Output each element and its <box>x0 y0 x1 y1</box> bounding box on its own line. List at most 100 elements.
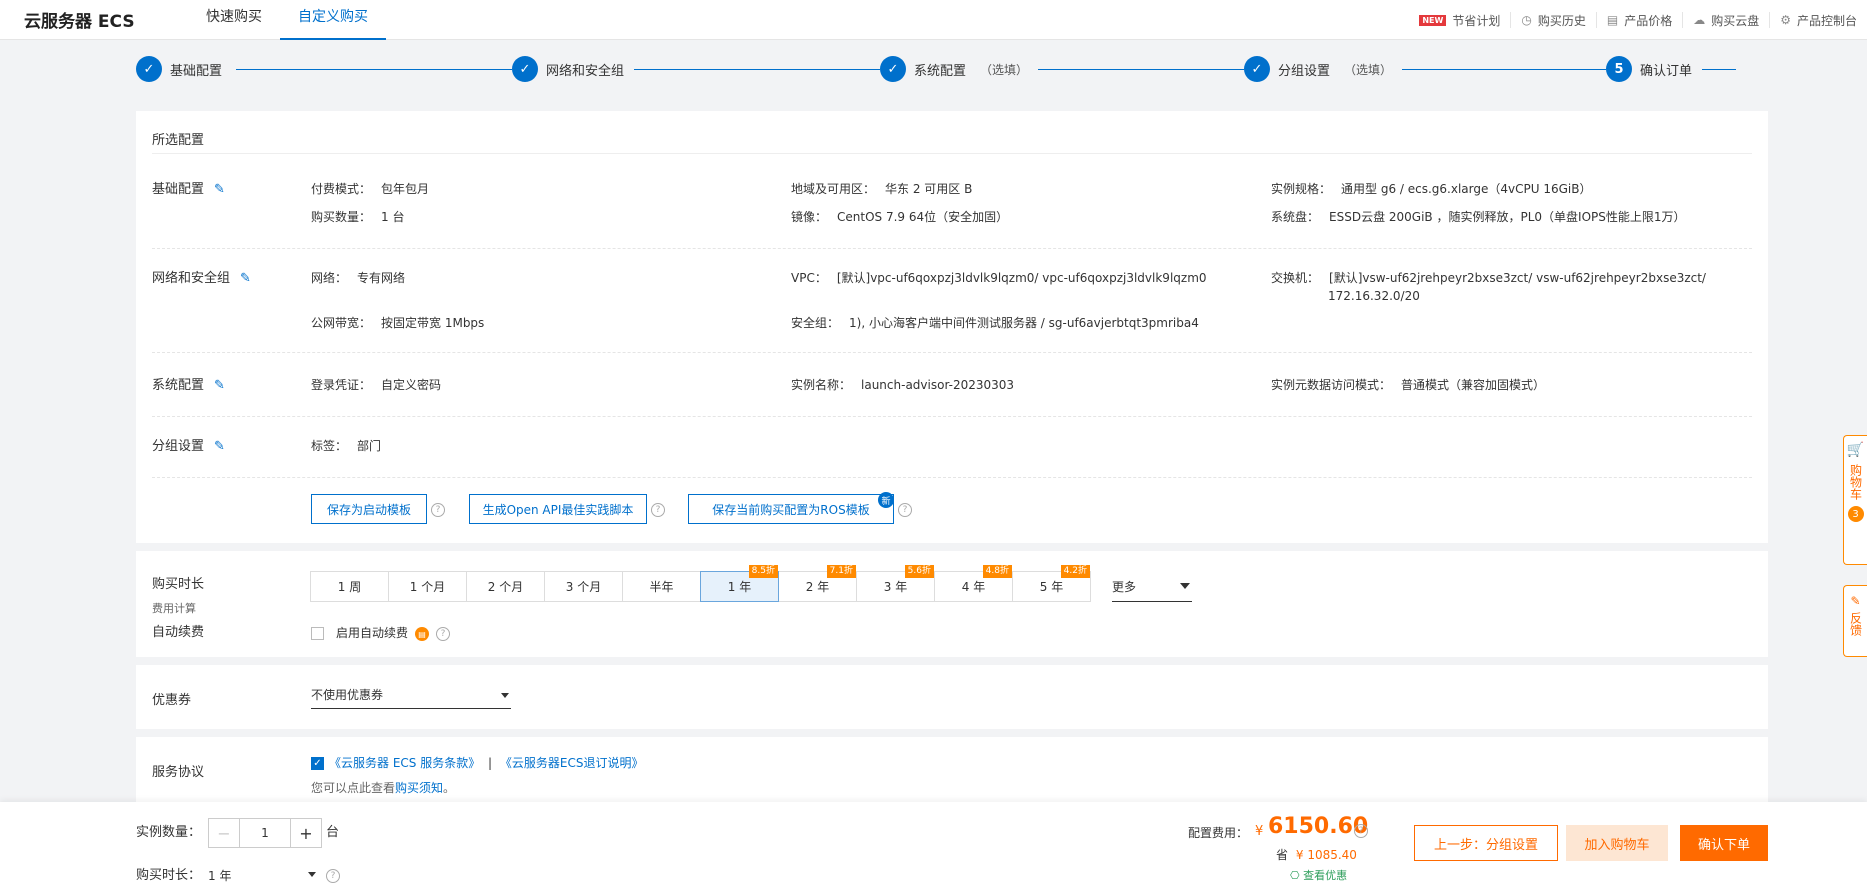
price-currency: ¥ <box>1255 824 1264 839</box>
duration-option[interactable]: 2 个月 <box>466 571 545 602</box>
cart-label: 购物车 <box>1848 464 1863 500</box>
ecs-refund-link[interactable]: 《云服务器ECS退订说明》 <box>500 756 644 770</box>
value: 华东 2 可用区 B <box>885 182 973 196</box>
group-heading: 分组设置 ✎ <box>152 435 225 454</box>
duration-option[interactable]: 3 年 5.6折 <box>856 565 935 602</box>
link-console[interactable]: ⚙ 产品控制台 <box>1769 12 1867 28</box>
tab-custom-buy[interactable]: 自定义购买 <box>280 0 386 40</box>
value: CentOS 7.9 64位（安全加固） <box>837 210 1009 224</box>
ecs-terms-link[interactable]: 《云服务器 ECS 服务条款》 <box>329 756 480 770</box>
view-discount-link[interactable]: ⎔ 查看优惠 <box>1290 867 1347 885</box>
link-buy-disk[interactable]: ☁ 购买云盘 <box>1682 12 1769 28</box>
cost-calc-link[interactable]: 费用计算 <box>152 600 196 616</box>
footer-duration-select[interactable]: 1 年 <box>208 864 322 886</box>
divider <box>152 153 1752 154</box>
floating-feedback[interactable]: ✎ 反馈 <box>1843 585 1867 657</box>
generate-openapi-button[interactable]: 生成Open API最佳实践脚本 <box>469 494 647 524</box>
savings-value: 1085.40 <box>1307 848 1357 862</box>
kv-spec: 实例规格： 通用型 g6 / ecs.g6.xlarge（4vCPU 16GiB） <box>1271 180 1591 198</box>
step-group-settings[interactable]: ✓ 分组设置 （选填） <box>1244 56 1403 82</box>
key: 实例元数据访问模式： <box>1271 378 1392 392</box>
auto-renew-label: 启用自动续费 <box>336 626 409 640</box>
discount-badge: 4.8折 <box>982 565 1012 578</box>
kv-security-group: 安全组： 1), 小心海客户端中间件测试服务器 / sg-uf6avjerbtqt… <box>791 314 1199 332</box>
edit-icon: ✎ <box>1850 594 1861 608</box>
step-label: 基础配置 <box>170 63 223 79</box>
prev-step-button[interactable]: 上一步：分组设置 <box>1414 825 1558 861</box>
value: 通用型 g6 / ecs.g6.xlarge（4vCPU 16GiB） <box>1341 182 1592 196</box>
help-icon[interactable]: ? <box>898 503 912 517</box>
save-ros-template-button[interactable]: 保存当前购买配置为ROS模板 <box>688 494 894 524</box>
step-label: 网络和安全组 <box>546 63 625 79</box>
add-to-cart-button[interactable]: 加入购物车 <box>1566 825 1668 861</box>
help-icon[interactable]: ? <box>651 503 665 517</box>
duration-option[interactable]: 4 年 4.8折 <box>934 565 1013 602</box>
duration-card: 购买时长 费用计算 1 周 1 个月 2 个月 3 个月 半年 1 年 8.5折 … <box>136 551 1768 657</box>
kv-instance-name: 实例名称： launch-advisor-20230303 <box>791 376 1014 394</box>
purchase-notice-link[interactable]: 购买须知 <box>395 781 443 795</box>
quantity-input[interactable]: 1 <box>239 819 291 847</box>
check-icon: ✓ <box>1244 56 1270 82</box>
top-links: NEW 节省计划 ◷ 购买历史 ▤ 产品价格 ☁ 购买云盘 ⚙ 产品控制台 <box>1409 0 1867 40</box>
key: 登录凭证： <box>311 378 372 392</box>
divider <box>152 248 1752 249</box>
increment-button[interactable]: + <box>291 819 321 847</box>
product-brand: 云服务器 ECS <box>24 12 135 32</box>
help-icon[interactable]: ? <box>431 503 445 517</box>
kv-vpc: VPC： [默认]vpc-uf6qoxpzj3ldvlk9lqzm0/ vpc-u… <box>791 269 1207 287</box>
duration-option-selected[interactable]: 1 年 8.5折 <box>700 565 779 602</box>
option-label: 3 年 <box>883 580 908 594</box>
key: 付费模式： <box>311 182 372 196</box>
save-launch-template-button[interactable]: 保存为启动模板 <box>311 494 427 524</box>
agreement-checkbox[interactable]: ✓ <box>311 757 324 770</box>
kv-tag: 标签： 部门 <box>311 437 381 455</box>
more-duration-select[interactable]: 更多 <box>1112 571 1192 602</box>
kv-billing: 付费模式： 包年包月 <box>311 180 429 198</box>
duration-option[interactable]: 5 年 4.2折 <box>1012 565 1091 602</box>
duration-option[interactable]: 半年 <box>622 571 701 602</box>
duration-option[interactable]: 1 周 <box>310 571 389 602</box>
confirm-order-button[interactable]: 确认下单 <box>1680 825 1768 861</box>
decrement-button[interactable]: − <box>209 819 239 847</box>
value: 1), 小心海客户端中间件测试服务器 / sg-uf6avjerbtqt3pmr… <box>849 316 1199 330</box>
step-network-security[interactable]: ✓ 网络和安全组 <box>512 56 635 82</box>
check-icon: ✓ <box>512 56 538 82</box>
section-label: 系统配置 <box>152 378 205 393</box>
edit-group-icon[interactable]: ✎ <box>214 439 225 454</box>
link-label: 产品价格 <box>1624 13 1673 28</box>
coupon-select[interactable]: 不使用优惠券 <box>311 681 511 709</box>
auto-renew-checkbox[interactable] <box>311 627 324 640</box>
edit-basic-icon[interactable]: ✎ <box>214 182 225 197</box>
order-footer: 实例数量： − 1 + 台 购买时长： 1 年 ? 配置费用： ¥ 6150.6… <box>0 802 1867 888</box>
duration-option[interactable]: 1 个月 <box>388 571 467 602</box>
key: 地域及可用区： <box>791 182 876 196</box>
fee-label: 配置费用： <box>1188 826 1249 840</box>
step-number: 5 <box>1606 56 1632 82</box>
kv-system-disk: 系统盘： ESSD云盘 200GiB ，随实例释放，PL0（单盘IOPS性能上限1… <box>1271 208 1686 226</box>
link-savings-plan[interactable]: NEW 节省计划 <box>1409 12 1510 28</box>
edit-system-icon[interactable]: ✎ <box>214 378 225 393</box>
step-basic-config[interactable]: ✓ 基础配置 <box>136 56 233 82</box>
key: 公网带宽： <box>311 316 372 330</box>
tab-quick-buy[interactable]: 快速购买 <box>188 0 280 40</box>
step-optional: （选填） <box>980 62 1029 77</box>
feedback-label: 反馈 <box>1848 612 1863 636</box>
clock-icon: ◷ <box>1521 13 1532 27</box>
section-label: 基础配置 <box>152 182 205 197</box>
step-system-config[interactable]: ✓ 系统配置 （选填） <box>880 56 1039 82</box>
help-icon[interactable]: ? <box>326 869 340 883</box>
savings-currency: ¥ <box>1295 848 1304 862</box>
link-product-price[interactable]: ▤ 产品价格 <box>1595 12 1682 28</box>
edit-network-icon[interactable]: ✎ <box>240 271 251 286</box>
help-icon[interactable]: ? <box>1354 824 1368 838</box>
summary-title: 所选配置 <box>152 133 205 148</box>
duration-option[interactable]: 3 个月 <box>544 571 623 602</box>
help-icon[interactable]: ? <box>436 627 450 641</box>
link-label: 购买云盘 <box>1711 13 1760 28</box>
top-nav-bar: 云服务器 ECS 快速购买 自定义购买 NEW 节省计划 ◷ 购买历史 ▤ 产品… <box>0 0 1867 40</box>
floating-cart[interactable]: 🛒 购物车 3 <box>1843 435 1867 565</box>
link-purchase-history[interactable]: ◷ 购买历史 <box>1510 12 1596 28</box>
duration-option[interactable]: 2 年 7.1折 <box>778 565 857 602</box>
kv-login: 登录凭证： 自定义密码 <box>311 376 441 394</box>
savings-icon: 省 <box>1276 848 1289 862</box>
